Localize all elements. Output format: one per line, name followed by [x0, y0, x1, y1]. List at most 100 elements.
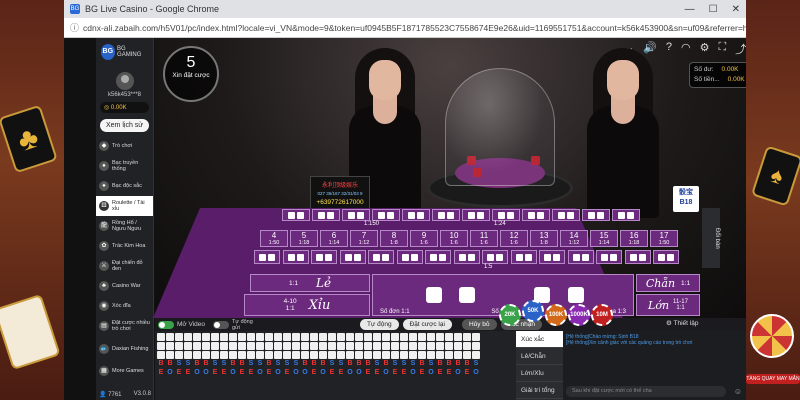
sum-bet-cell[interactable]: 10 1:6	[440, 230, 468, 247]
roadmap-column: SO	[274, 333, 282, 398]
sum-bet-cell[interactable]: 12 1:6	[500, 230, 528, 247]
smile-icon[interactable]: ☺	[734, 387, 742, 396]
tab-big-small[interactable]: Lớn/Xỉu	[516, 365, 563, 382]
combo-bet-cell[interactable]	[653, 250, 679, 264]
small-bet-area[interactable]: 4-10 1:1 Xỉu	[244, 294, 370, 316]
triple-bet-cell[interactable]	[522, 209, 550, 221]
sidebar-item-2[interactable]: ♠ Bạc độc sắc	[96, 176, 153, 196]
die-face-icon	[418, 351, 426, 359]
die-face-icon	[310, 342, 318, 350]
chip-10m[interactable]: 10M	[591, 304, 613, 326]
sum-bet-cell[interactable]: 15 1:14	[590, 230, 618, 247]
tab-odd-even[interactable]: Lẻ/Chẵn	[516, 348, 563, 365]
bg-app-icon: BG	[70, 4, 80, 14]
combo-bet-cell[interactable]	[282, 250, 309, 264]
sidebar-item-more-games[interactable]: ▦ More Games	[96, 360, 153, 382]
triple-bet-cell[interactable]	[612, 209, 640, 221]
sum-bet-cell[interactable]: 6 1:14	[320, 230, 348, 247]
sidebar-item-3[interactable]: ⚅ Roulette / Tài xỉu	[96, 196, 153, 216]
sum-bet-cell[interactable]: 17 1:50	[650, 230, 678, 247]
combo-bet-cell[interactable]	[311, 250, 337, 264]
sum-bet-cell[interactable]: 9 1:6	[410, 230, 438, 247]
sum-bet-cell[interactable]: 16 1:18	[620, 230, 648, 247]
auto-button[interactable]: Tự động	[360, 319, 399, 330]
sidebar-item-8[interactable]: ◉ Xóc đĩa	[96, 296, 153, 316]
triple-bet-cell[interactable]	[462, 209, 490, 221]
chip-50k[interactable]: 50K	[522, 300, 544, 322]
rebet-button[interactable]: Đặt cược lại	[402, 319, 452, 330]
view-history-button[interactable]: Xem lịch sử	[100, 119, 149, 132]
combo-bet-cell[interactable]	[453, 250, 480, 264]
die-face-icon	[337, 351, 345, 359]
combo-bet-cell[interactable]	[396, 250, 423, 264]
triple-bet-cell[interactable]	[582, 209, 610, 221]
combo-bet-cell[interactable]	[567, 250, 594, 264]
triple-bet-cell[interactable]	[342, 209, 370, 221]
triple-bet-cell[interactable]	[432, 209, 460, 221]
sum-bet-cell[interactable]: 13 1:8	[530, 230, 558, 247]
combo-bet-cell[interactable]	[482, 250, 508, 264]
address-bar[interactable]: ⓘ cdnx-ali.zabaih.com/h5V01/pc/index.htm…	[64, 18, 746, 38]
tab-total[interactable]: Giải trí tổng	[516, 382, 563, 399]
sum-bet-cell[interactable]: 8 1:8	[380, 230, 408, 247]
sidebar-item-9[interactable]: ▤ Đặt cược nhiều trò chơi	[96, 316, 153, 336]
sum-bet-cell[interactable]: 14 1:12	[560, 230, 588, 247]
sum-bet-cell[interactable]: 11 1:6	[470, 230, 498, 247]
roadmap-parity: E	[185, 369, 191, 376]
sum-number: 4	[271, 231, 277, 240]
combo-bet-cell[interactable]	[510, 250, 537, 264]
chip-100k[interactable]: 100K	[545, 304, 567, 326]
close-icon[interactable]: ✕	[732, 4, 740, 15]
sum-ratio: 1:8	[540, 240, 548, 246]
change-table-tab[interactable]: Đổi bàn	[702, 208, 720, 268]
fullscreen-icon[interactable]: ⛶	[719, 41, 727, 57]
triple-bet-cell[interactable]	[552, 209, 580, 221]
sidebar-item-4[interactable]: 龍 Rồng Hổ / Ngưu Ngưu	[96, 216, 153, 236]
combo-bet-cell[interactable]	[254, 250, 280, 264]
die-face-icon	[427, 333, 435, 341]
cancel-button[interactable]: Hủy bỏ	[461, 319, 497, 330]
help-icon[interactable]: ?	[666, 41, 672, 57]
combo-bet-cell[interactable]	[539, 250, 565, 264]
odd-bet-area[interactable]: 1:1 Lẻ	[250, 274, 370, 292]
triple-bet-cell[interactable]	[492, 209, 520, 221]
combo-bet-cell[interactable]	[596, 250, 622, 264]
settings-link[interactable]: ⚙ Thiết lập	[666, 319, 698, 327]
sidebar-item-5[interactable]: ✿ Trác Kim Hoa	[96, 236, 153, 256]
chip-1000k[interactable]: 1000K	[568, 304, 590, 326]
info-icon[interactable]: ⓘ	[70, 21, 79, 34]
combo-bet-cell[interactable]	[368, 250, 394, 264]
avatar[interactable]	[115, 72, 134, 90]
video-toggle[interactable]	[158, 320, 174, 329]
roadmap-column: SE	[328, 333, 336, 398]
triple-bet-cell[interactable]	[372, 209, 400, 221]
chip-20k[interactable]: 20K	[499, 304, 521, 326]
auto-submit-toggle[interactable]	[213, 320, 229, 329]
exit-icon[interactable]: ⤴	[735, 41, 746, 57]
triple-bet-cell[interactable]	[312, 209, 340, 221]
settings-icon[interactable]: ⚙	[700, 41, 710, 57]
chat-input[interactable]: Sau khi đặt cược mới có thể cha	[566, 386, 726, 397]
maximize-icon[interactable]: ☐	[709, 4, 718, 15]
big-bet-area[interactable]: Lớn 11-17 1:1	[636, 294, 700, 316]
triple-bet-cell[interactable]	[402, 209, 430, 221]
sum-number: 6	[331, 231, 337, 240]
sum-bet-cell[interactable]: 7 1:12	[350, 230, 378, 247]
odd-ratio: 1:1	[288, 279, 298, 287]
sum-bet-cell[interactable]: 5 1:18	[290, 230, 318, 247]
minimize-icon[interactable]: —	[685, 4, 695, 15]
combo-bet-cell[interactable]	[425, 250, 451, 264]
sidebar-item-1[interactable]: ♠ Bạc truyền thống	[96, 156, 153, 176]
tab-dice[interactable]: Xúc xắc	[516, 331, 563, 348]
sidebar-item-daxian-fishing[interactable]: 🐟 Daxian Fishing	[96, 338, 153, 360]
sidebar-item-6[interactable]: ⚔ Đại chiến đỏ đen	[96, 256, 153, 276]
sidebar-item-7[interactable]: ♣ Casino War	[96, 276, 153, 296]
combo-bet-cell[interactable]	[624, 250, 651, 264]
sum-bet-cell[interactable]: 4 1:50	[260, 230, 288, 247]
combo-bet-cell[interactable]	[339, 250, 366, 264]
triple-bet-cell[interactable]	[282, 209, 310, 221]
sidebar-item-0[interactable]: ◆ Trò chơi	[96, 136, 153, 156]
die-face-icon	[346, 333, 354, 341]
even-bet-area[interactable]: Chẵn 1:1	[636, 274, 700, 292]
lucky-wheel-icon[interactable]	[750, 314, 794, 358]
